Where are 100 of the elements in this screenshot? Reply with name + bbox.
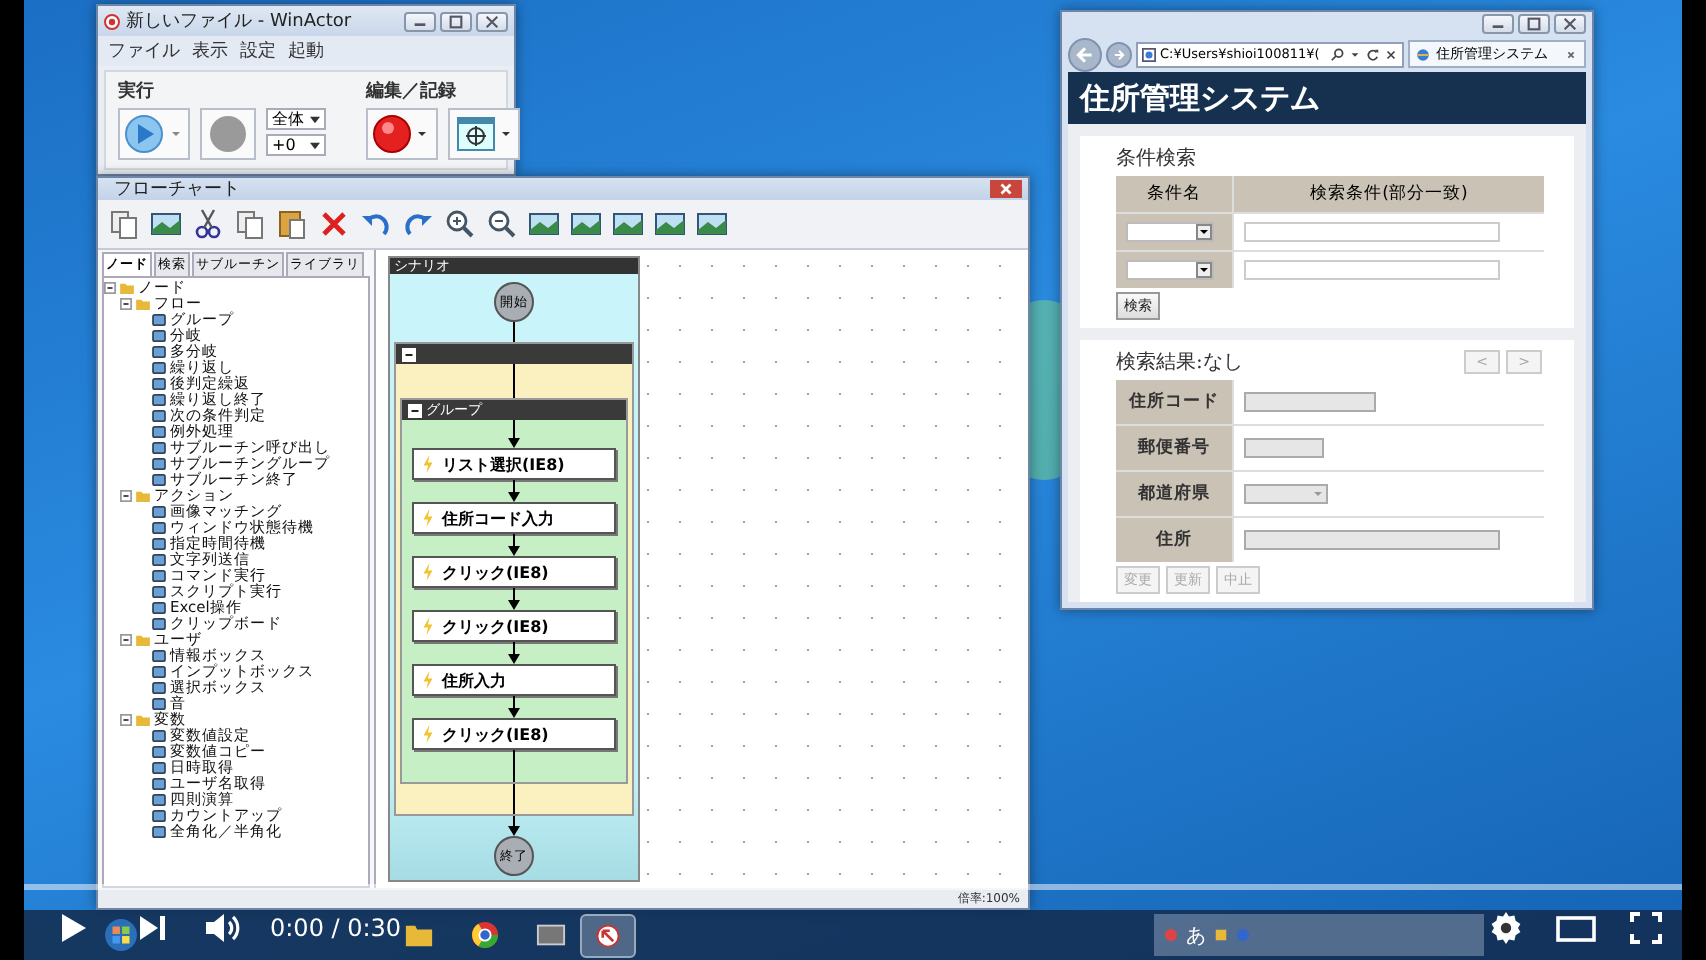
copy-icon[interactable] [106,206,142,242]
field-label: 住所 [1116,518,1232,562]
offset-dropdown[interactable]: +0 [266,134,326,156]
node-icon [152,650,166,662]
record-button[interactable] [366,108,438,160]
browser-icon[interactable] [470,920,500,950]
target-window-button[interactable] [448,108,520,160]
theater-mode-icon[interactable] [1556,912,1596,944]
expander-icon[interactable] [120,298,132,310]
group-label: 実行 [118,78,156,104]
window-icon[interactable] [536,920,566,950]
scope-dropdown[interactable]: 全体 [266,108,326,130]
fullscreen-icon[interactable] [1630,912,1662,944]
progress-track[interactable] [24,884,1682,890]
back-button[interactable] [1068,37,1102,72]
node-icon [152,442,166,454]
action-node[interactable]: 住所入力 [412,664,616,696]
node-icon [152,394,166,406]
expander-icon[interactable] [120,714,132,726]
action-label: クリック(IE8) [442,723,549,745]
expander-icon[interactable] [120,490,132,502]
play-button[interactable] [118,108,190,160]
next-icon[interactable] [136,912,168,944]
minimize-button[interactable] [404,11,436,31]
lightning-icon [422,670,434,690]
volume-icon[interactable] [204,912,244,944]
action-node[interactable]: クリック(IE8) [412,718,616,750]
play-icon[interactable] [56,912,88,944]
dropdown-arrow-icon [1196,262,1212,278]
connector-arrow [506,816,522,836]
field-label: 郵便番号 [1116,426,1232,470]
close-icon[interactable] [1564,47,1578,62]
group-label: 編集／記録 [366,78,458,104]
expander-icon[interactable] [104,282,116,294]
condition-input[interactable] [1244,222,1500,242]
node-icon [152,346,166,358]
action-node[interactable]: 住所コード入力 [412,502,616,534]
refresh-icon[interactable] [1366,47,1380,62]
node-icon [152,426,166,438]
arrow-right-icon [1112,47,1126,62]
action-node[interactable]: クリック(IE8) [412,610,616,642]
connector-arrow [506,588,522,610]
node-icon [152,378,166,390]
close-button[interactable] [990,180,1022,198]
menu-item[interactable]: 起動 [288,38,324,64]
connector-arrow [506,420,522,448]
paste-icon[interactable] [274,206,310,242]
collapse-icon[interactable] [408,403,422,417]
node-icon [152,666,166,678]
condition-input[interactable] [1244,260,1500,280]
app-icon [104,13,120,29]
node-icon [152,746,166,758]
action-node[interactable]: クリック(IE8) [412,556,616,588]
expander-icon[interactable] [120,634,132,646]
search-icon[interactable] [1330,47,1344,62]
scissors-icon[interactable] [190,206,226,242]
dropdown-arrow-icon [1196,224,1212,240]
stop-button[interactable] [200,108,256,160]
folder-icon [136,714,150,726]
menu-item[interactable]: 設定 [240,38,276,64]
folder-icon[interactable] [404,920,434,950]
maximize-button[interactable] [1518,14,1550,35]
node-icon [152,602,166,614]
taskbar-button[interactable] [580,914,636,958]
time-display: 0:00 / 0:30 [270,914,402,942]
node-icon [152,794,166,806]
ime-mode[interactable]: あ [1186,921,1206,949]
lightning-icon [422,724,434,744]
dropdown-arrow-icon [1310,486,1326,502]
menu-item[interactable]: ファイル [108,38,180,64]
action-label: リスト選択(IE8) [442,453,565,475]
start-button[interactable] [104,918,138,952]
connector-arrow [506,480,522,502]
lightning-icon [422,508,434,528]
node-icon [152,506,166,518]
stop-icon[interactable] [1384,47,1398,62]
maximize-button[interactable] [440,11,472,31]
caret-icon [310,115,320,123]
node-icon [152,826,166,838]
minimize-button[interactable] [1482,14,1514,35]
action-node[interactable]: リスト選択(IE8) [412,448,616,480]
caret-icon[interactable] [1348,47,1362,62]
zoom-in-icon[interactable] [442,206,478,242]
column-header: 検索条件(部分一致) [1234,176,1544,212]
condition-select[interactable] [1126,222,1214,242]
settings-icon[interactable] [1490,912,1522,944]
condition-select[interactable] [1126,260,1214,280]
menu-item[interactable]: 表示 [192,38,228,64]
app-title: 住所管理システム [1080,80,1320,116]
app-icon [594,922,622,950]
node-icon [152,522,166,534]
page-icon [1416,47,1430,62]
copy-icon[interactable] [232,206,268,242]
zoom-out-icon[interactable] [484,206,520,242]
node-icon [152,730,166,742]
close-button[interactable] [476,11,508,31]
node-icon [152,778,166,790]
close-button[interactable] [1554,14,1586,35]
forward-button[interactable] [1106,41,1132,68]
collapse-icon[interactable] [402,347,416,361]
